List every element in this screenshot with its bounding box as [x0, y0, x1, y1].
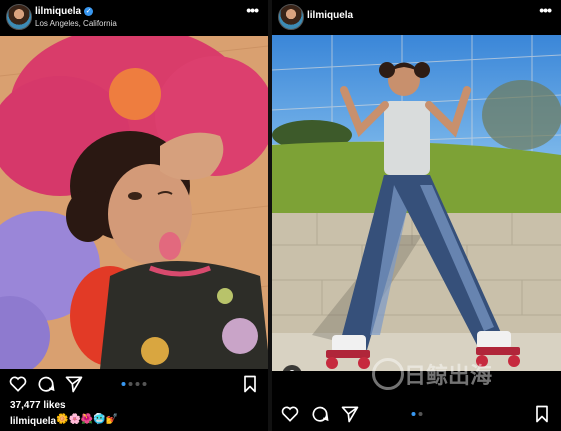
action-bar	[272, 400, 561, 428]
caption-text: 🌼🌸🌺🥶💅	[56, 414, 119, 425]
like-heart-icon[interactable]	[8, 374, 28, 394]
profile-avatar[interactable]	[278, 4, 304, 30]
share-icon[interactable]	[340, 404, 360, 424]
tagged-people-icon[interactable]	[282, 365, 302, 371]
comment-icon[interactable]	[310, 404, 330, 424]
action-bar	[0, 370, 268, 398]
carousel-dot	[128, 382, 133, 386]
more-options-icon[interactable]: •••	[246, 2, 259, 18]
share-icon[interactable]	[64, 374, 84, 394]
location-link[interactable]: Los Angeles, California	[35, 19, 117, 28]
post-header: lilmiquela ✓ Los Angeles, California •••	[0, 0, 268, 36]
left-post: lilmiquela✓ Los Angeles, California •••	[0, 0, 268, 431]
username-link[interactable]: lilmiquela ✓	[35, 6, 94, 17]
username-link[interactable]: lilmiquela	[307, 10, 353, 21]
carousel-indicator	[121, 382, 147, 386]
post-photo[interactable]	[272, 35, 561, 371]
carousel-dot	[121, 382, 126, 386]
like-heart-icon[interactable]	[280, 404, 300, 424]
carousel-dot	[411, 412, 415, 416]
verified-badge-icon: ✓	[84, 7, 94, 16]
carousel-dot	[142, 382, 147, 386]
save-bookmark-icon[interactable]	[240, 374, 260, 394]
profile-avatar[interactable]	[6, 4, 32, 30]
post-photo[interactable]	[0, 36, 268, 369]
carousel-indicator	[411, 412, 422, 416]
post-header: lilmiquela •••	[272, 0, 561, 36]
carousel-dot	[135, 382, 140, 386]
carousel-dot	[418, 412, 422, 416]
more-options-icon[interactable]: •••	[539, 2, 552, 18]
watermark-text: 日鲸出海	[404, 363, 493, 388]
comment-icon[interactable]	[36, 374, 56, 394]
watermark-logo-icon	[372, 358, 404, 390]
likes-count[interactable]: 37,477 likes	[10, 400, 66, 411]
save-bookmark-icon[interactable]	[532, 404, 552, 424]
caption-username[interactable]: lilmiquela	[10, 416, 56, 427]
